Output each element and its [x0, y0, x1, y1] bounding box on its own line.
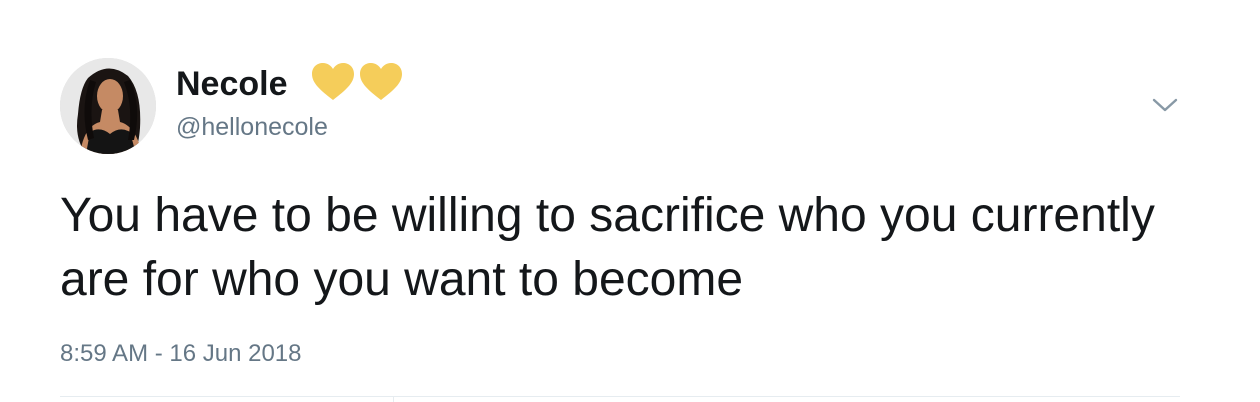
avatar-image [60, 58, 156, 154]
emoji-badges [310, 60, 404, 104]
divider [60, 396, 1180, 397]
tweet-timestamp[interactable]: 8:59 AM - 16 Jun 2018 [60, 338, 302, 370]
display-name[interactable]: Necole [176, 62, 288, 106]
divider-tick [393, 396, 394, 402]
tweet-text: You have to be willing to sacrifice who … [60, 189, 1155, 306]
avatar[interactable] [60, 58, 156, 154]
tweet-card: Necole @hellonecole You have to be willi… [0, 0, 1260, 402]
yellow-heart-icon [312, 63, 354, 100]
chevron-down-icon [1152, 98, 1178, 112]
yellow-heart-icon [360, 63, 402, 100]
tweet-menu-button[interactable] [1148, 90, 1182, 120]
user-handle[interactable]: @hellonecole [176, 110, 328, 144]
